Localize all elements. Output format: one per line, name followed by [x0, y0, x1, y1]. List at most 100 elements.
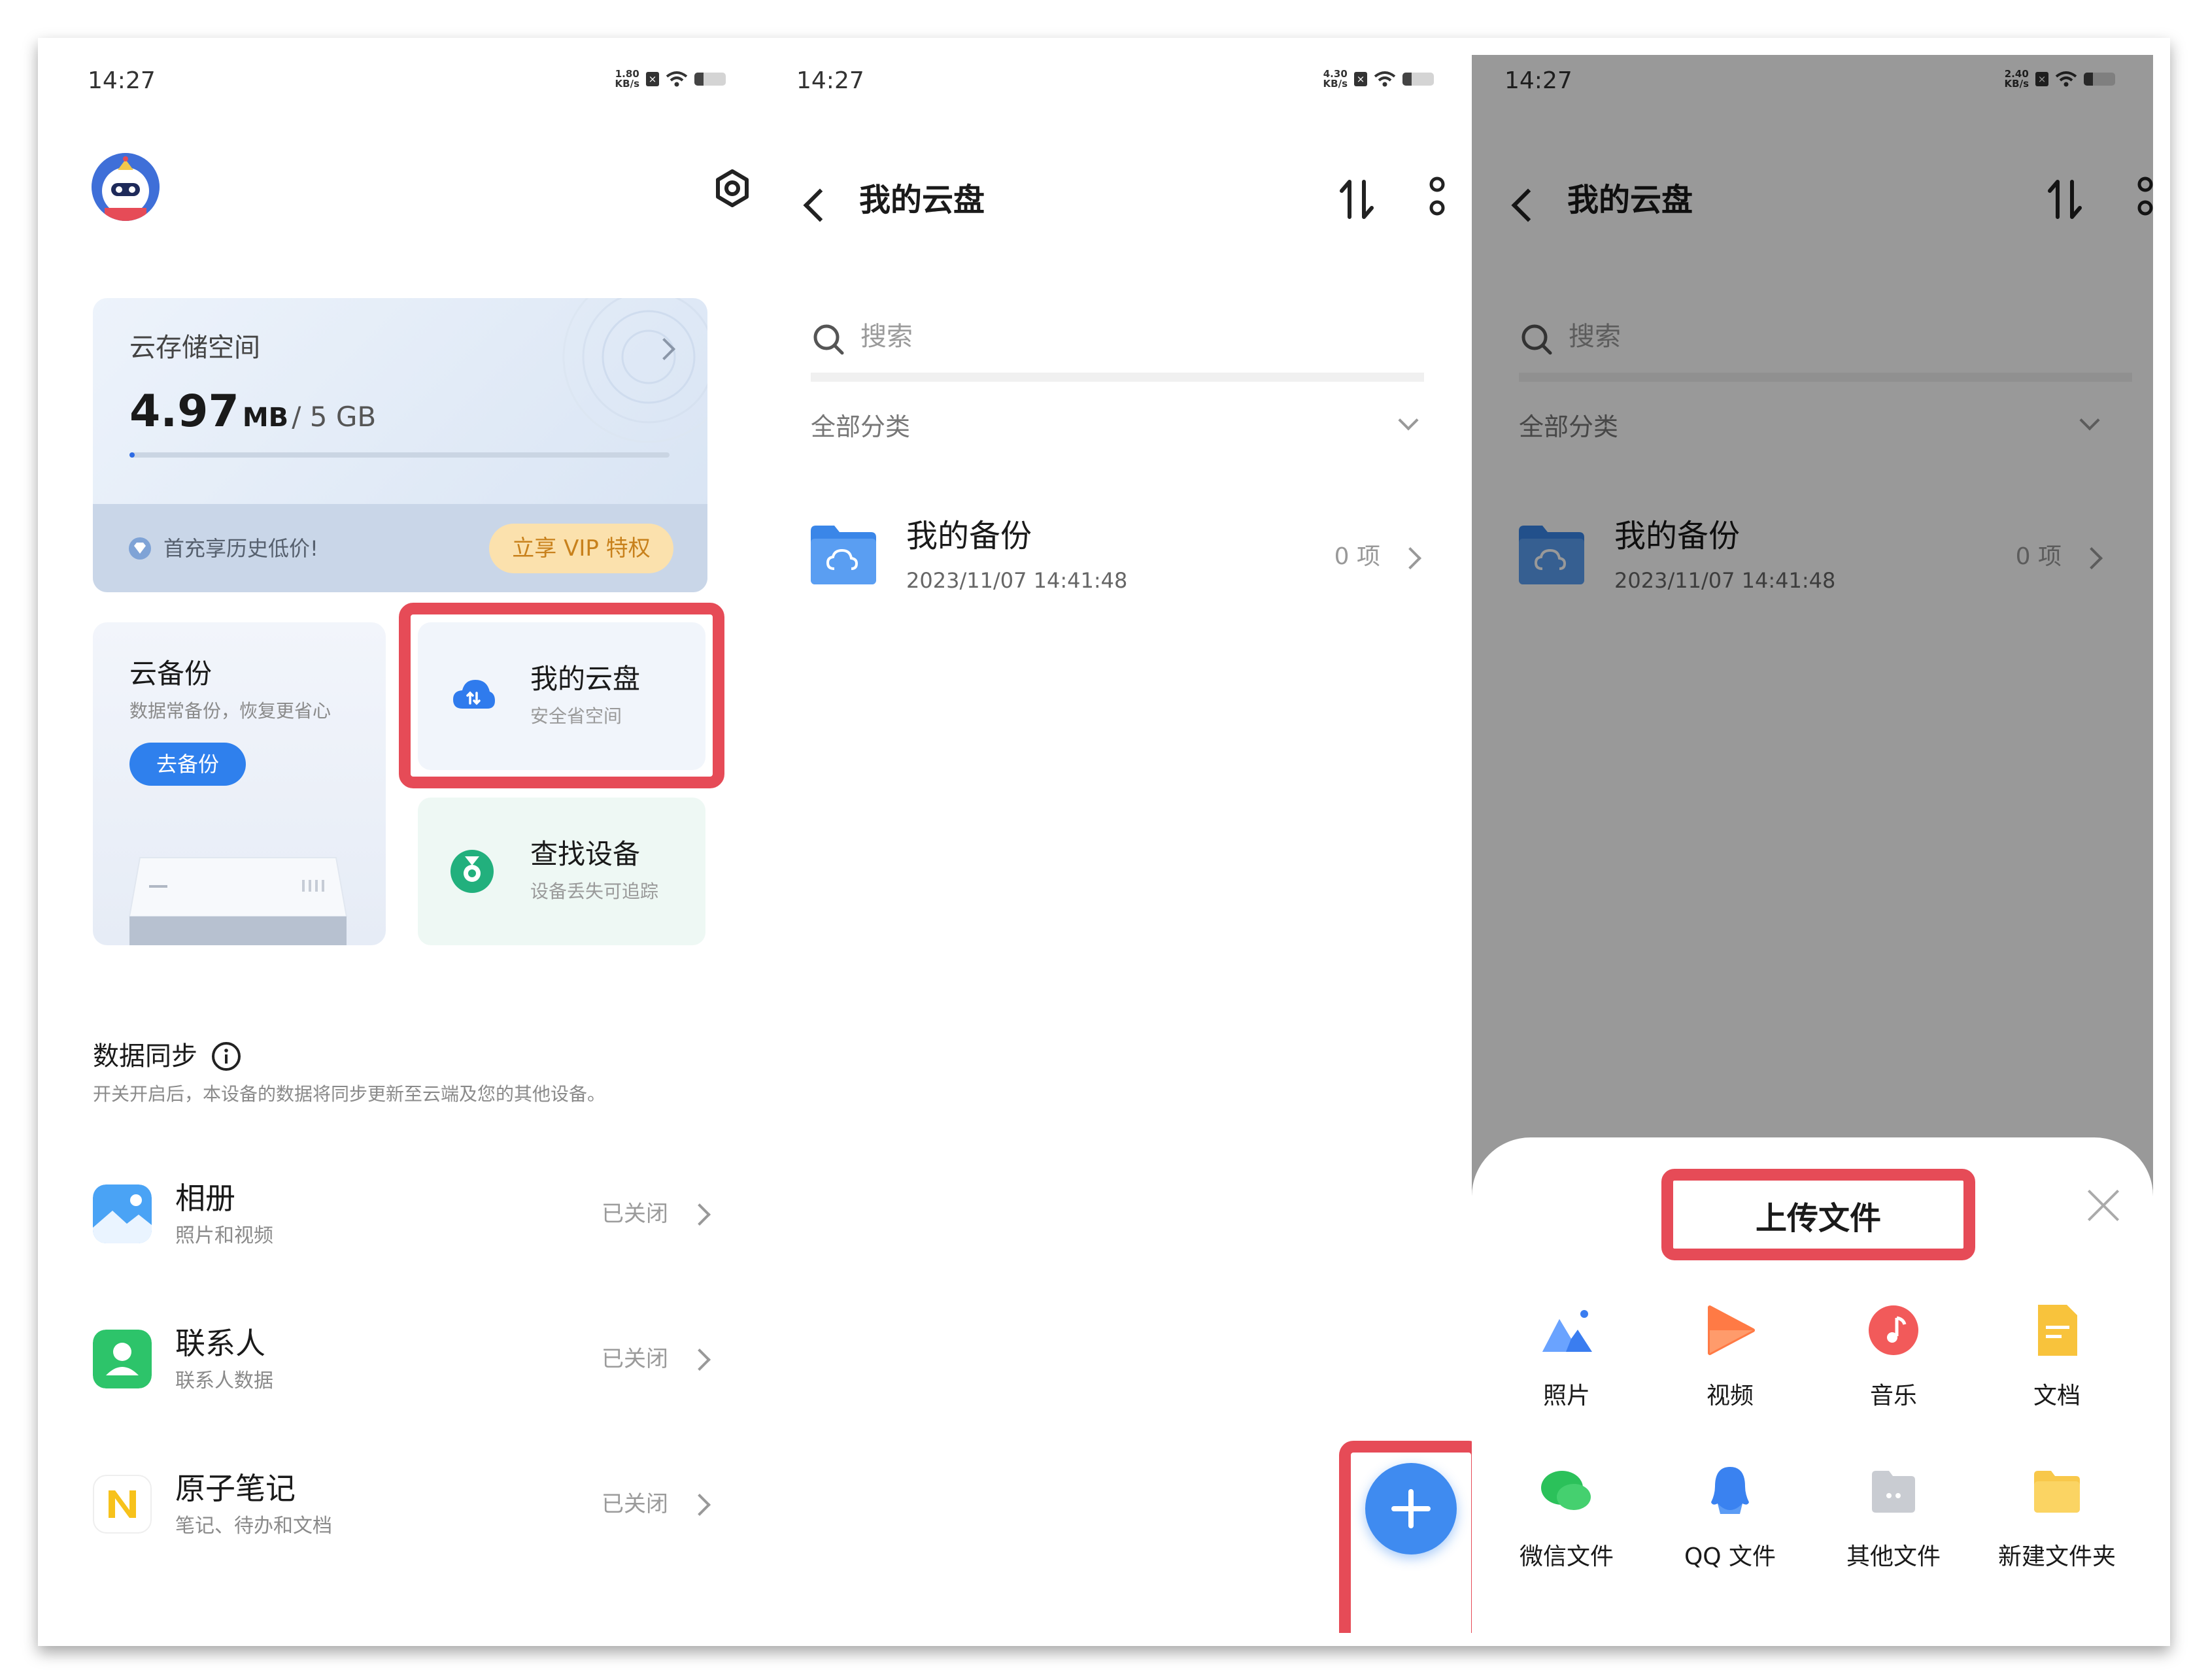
- new-folder-icon: [2034, 1471, 2080, 1513]
- contacts-icon: [93, 1330, 152, 1388]
- album-icon: [93, 1184, 152, 1243]
- folder-icon: [811, 526, 876, 584]
- folder-date: 2023/11/07 14:41:48: [906, 568, 1128, 593]
- status-time: 14:27: [796, 67, 864, 94]
- find-device-title: 查找设备: [530, 838, 641, 870]
- upload-document[interactable]: 文档: [1975, 1301, 2139, 1445]
- cloud-drive-panel: 14:27 4.30 KB/s × 我的云盘 搜索 全部分类 我的备份 2023/…: [764, 55, 1472, 1633]
- promo-text: 首充享历史低价!: [163, 536, 318, 561]
- page-title: 我的云盘: [859, 182, 985, 218]
- sim-icon: ×: [1354, 72, 1367, 86]
- wifi-icon: [1374, 71, 1396, 87]
- sim-icon: ×: [646, 72, 659, 86]
- qq-icon: [1711, 1467, 1749, 1514]
- highlight-upload-title: 上传文件: [1661, 1169, 1975, 1260]
- network-speed: 1.80 KB/s: [615, 68, 639, 90]
- upload-other-files[interactable]: 其他文件: [1812, 1462, 1975, 1605]
- other-files-icon: [1872, 1471, 1915, 1513]
- upload-panel: 14:27 2.40 KB/s × 我的云盘 搜索 全部分类 我的备份 2023/…: [1472, 55, 2153, 1633]
- chevron-right-icon: [688, 1349, 711, 1371]
- back-arrow-icon[interactable]: [803, 188, 837, 222]
- sync-row-album[interactable]: 相册 照片和视频 已关闭: [93, 1178, 721, 1250]
- sync-item-title: 原子笔记: [175, 1471, 296, 1506]
- battery-icon: [694, 73, 726, 86]
- chevron-right-icon: [688, 1494, 711, 1516]
- sync-item-subtitle: 联系人数据: [175, 1369, 273, 1392]
- sync-item-status: 已关闭: [602, 1491, 668, 1517]
- notes-icon: [93, 1475, 152, 1534]
- battery-icon: [1402, 73, 1434, 86]
- status-icons: 1.80 KB/s ×: [615, 69, 726, 89]
- info-icon[interactable]: [211, 1041, 242, 1072]
- sync-item-subtitle: 笔记、待办和文档: [175, 1515, 332, 1537]
- document-icon: [2038, 1305, 2077, 1356]
- upload-option-label: 微信文件: [1519, 1543, 1614, 1570]
- chevron-right-icon[interactable]: [1399, 547, 1421, 569]
- wechat-icon: [1541, 1471, 1591, 1510]
- find-device-subtitle: 设备丢失可追踪: [530, 881, 659, 902]
- upload-wechat-files[interactable]: 微信文件: [1485, 1462, 1648, 1605]
- highlight-my-cloud: [399, 603, 724, 788]
- sync-row-notes[interactable]: 原子笔记 笔记、待办和文档 已关闭: [93, 1468, 721, 1540]
- network-speed: 4.30 KB/s: [1323, 68, 1348, 90]
- chevron-right-icon: [688, 1203, 711, 1226]
- sync-item-status: 已关闭: [602, 1346, 668, 1372]
- status-icons: 4.30 KB/s ×: [1323, 69, 1434, 89]
- upload-option-label: 其他文件: [1846, 1543, 1941, 1570]
- upload-option-label: QQ 文件: [1684, 1543, 1776, 1570]
- sync-row-contacts[interactable]: 联系人 联系人数据 已关闭: [93, 1323, 721, 1395]
- sync-item-subtitle: 照片和视频: [175, 1224, 273, 1247]
- folder-name[interactable]: 我的备份: [906, 520, 1032, 552]
- upload-photo[interactable]: 照片: [1485, 1301, 1648, 1445]
- find-device-card[interactable]: 查找设备 设备丢失可追踪: [418, 798, 705, 945]
- backup-title: 云备份: [129, 658, 212, 690]
- sync-item-title: 联系人: [175, 1326, 265, 1361]
- upload-qq-files[interactable]: QQ 文件: [1648, 1462, 1812, 1605]
- avatar[interactable]: [92, 153, 160, 221]
- screenshot-frame: 14:27 1.80 KB/s × 云存储空间 4.97 MB / 5 GB 首…: [38, 38, 2170, 1646]
- music-icon: [1869, 1305, 1918, 1355]
- folder-item-count: 0 项: [1334, 543, 1380, 570]
- chevron-down-icon[interactable]: [1398, 410, 1419, 431]
- sync-item-title: 相册: [175, 1181, 235, 1216]
- settings-icon[interactable]: [711, 167, 753, 209]
- diamond-icon: [129, 537, 151, 560]
- upload-option-label: 视频: [1706, 1383, 1754, 1409]
- cloud-backup-card[interactable]: 云备份 数据常备份，恢复更省心 去备份: [93, 622, 386, 945]
- sync-title: 数据同步: [93, 1041, 197, 1071]
- device-screen: 14:27 1.80 KB/s × 云存储空间 4.97 MB / 5 GB 首…: [55, 55, 2153, 1633]
- vip-button[interactable]: 立享 VIP 特权: [489, 524, 673, 573]
- backup-subtitle: 数据常备份，恢复更省心: [129, 700, 331, 722]
- ripple-decoration: [562, 298, 707, 443]
- search-placeholder: 搜索: [860, 322, 913, 352]
- more-options-icon[interactable]: [1424, 175, 1450, 222]
- upload-option-label: 音乐: [1869, 1383, 1917, 1409]
- storage-total: / 5 GB: [292, 401, 377, 433]
- status-time: 14:27: [88, 67, 156, 94]
- upload-video[interactable]: 视频: [1648, 1301, 1812, 1445]
- find-device-icon: [450, 850, 494, 893]
- upload-option-label: 新建文件夹: [1997, 1543, 2116, 1570]
- category-filter[interactable]: 全部分类: [811, 414, 910, 439]
- close-icon[interactable]: [2086, 1188, 2120, 1222]
- storage-card[interactable]: 云存储空间 4.97 MB / 5 GB 首充享历史低价! 立享 VIP 特权: [93, 298, 707, 592]
- home-panel: 14:27 1.80 KB/s × 云存储空间 4.97 MB / 5 GB 首…: [55, 55, 764, 1633]
- sheet-title: 上传文件: [1755, 1200, 1881, 1237]
- storage-used-value: 4.97: [129, 386, 239, 437]
- search-icon: [813, 324, 844, 355]
- upload-option-label: 照片: [1542, 1383, 1590, 1409]
- storage-promo-bar: 首充享历史低价! 立享 VIP 特权: [93, 504, 707, 592]
- highlight-add-button: [1339, 1441, 1472, 1633]
- upload-bottom-sheet: 上传文件 照片 视频 音乐 文档 微信文件 QQ 文件 其他文件 新建文件夹: [1472, 1137, 2153, 1633]
- storage-used-unit: MB: [242, 403, 289, 433]
- upload-music[interactable]: 音乐: [1812, 1301, 1975, 1445]
- create-folder[interactable]: 新建文件夹: [1975, 1462, 2139, 1605]
- storage-usage: 4.97 MB / 5 GB: [129, 390, 376, 434]
- sort-icon[interactable]: [1338, 176, 1377, 222]
- wifi-icon: [666, 71, 688, 87]
- photo-icon: [1542, 1310, 1592, 1352]
- device-illustration: [128, 857, 348, 945]
- video-icon: [1708, 1305, 1755, 1355]
- upload-option-label: 文档: [2033, 1383, 2081, 1409]
- go-backup-button[interactable]: 去备份: [129, 743, 246, 786]
